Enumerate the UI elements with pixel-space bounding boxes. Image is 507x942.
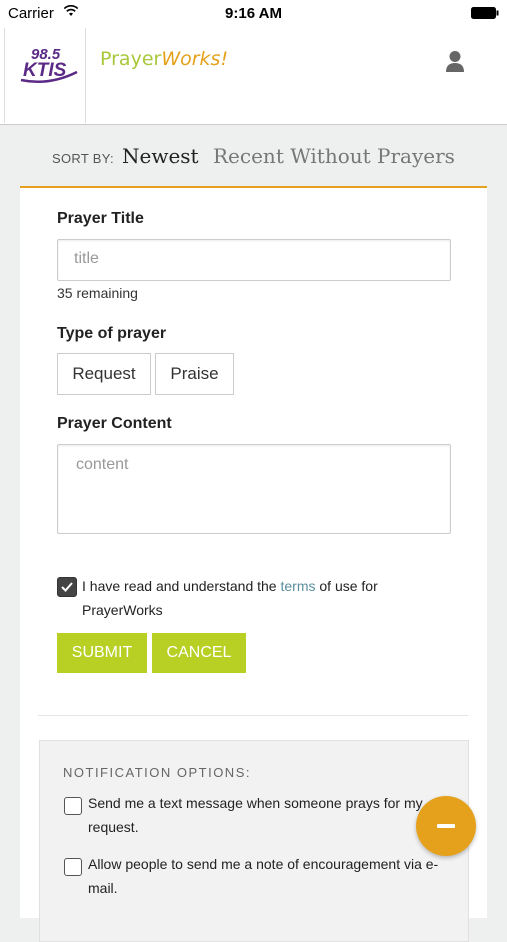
title-remaining-count: 35 remaining	[57, 285, 138, 301]
user-icon[interactable]	[445, 50, 465, 74]
terms-checkbox[interactable]	[57, 577, 77, 597]
content-placeholder: content	[76, 456, 129, 473]
battery-icon	[471, 7, 499, 19]
logo-letters: KTIS	[23, 60, 67, 81]
prayer-content-textarea[interactable]: content	[57, 444, 451, 534]
prayerworks-brand: PrayerWorks!	[100, 48, 228, 70]
section-divider	[38, 715, 468, 716]
text-message-checkbox[interactable]	[64, 797, 82, 815]
status-bar: Carrier 9:16 AM	[0, 0, 507, 28]
prayer-form-card: Prayer Title title 35 remaining Type of …	[20, 186, 487, 942]
check-icon	[61, 582, 73, 592]
sort-label: SORT BY:	[52, 151, 114, 166]
minus-icon	[437, 824, 455, 828]
station-logo[interactable]: 98.5 KTIS	[4, 28, 86, 123]
cancel-button[interactable]: CANCEL	[152, 633, 246, 673]
app-header: 98.5 KTIS PrayerWorks!	[0, 28, 507, 125]
prayer-title-label: Prayer Title	[57, 210, 144, 227]
clock: 9:16 AM	[225, 5, 282, 22]
notification-options-panel: NOTIFICATION OPTIONS: Send me a text mes…	[39, 740, 469, 942]
title-placeholder: title	[74, 250, 99, 267]
prayer-title-input[interactable]: title	[57, 239, 451, 281]
ktis-logo-icon: 98.5 KTIS	[20, 46, 78, 83]
sort-option-newest[interactable]: Newest	[122, 144, 199, 168]
submit-button[interactable]: SUBMIT	[57, 633, 147, 673]
brand-part2: Works!	[161, 48, 229, 70]
prayer-content-label: Prayer Content	[57, 415, 172, 432]
prayer-type-label: Type of prayer	[57, 325, 167, 342]
sort-option-recent-without-prayers[interactable]: Recent Without Prayers	[213, 144, 455, 168]
sort-bar: SORT BY: Newest Recent Without Prayers	[0, 140, 507, 174]
brand-part1: Prayer	[100, 48, 162, 70]
text-message-option-label: Send me a text message when someone pray…	[88, 795, 423, 835]
email-encouragement-checkbox[interactable]	[64, 858, 82, 876]
notification-options-title: NOTIFICATION OPTIONS:	[63, 765, 251, 780]
type-praise-button[interactable]: Praise	[155, 353, 234, 395]
terms-text-before: I have read and understand the	[82, 578, 281, 594]
terms-link[interactable]: terms	[280, 578, 315, 594]
collapse-form-button[interactable]	[416, 796, 476, 856]
terms-text: I have read and understand the terms of …	[82, 574, 412, 622]
email-encouragement-option-label: Allow people to send me a note of encour…	[88, 856, 439, 896]
type-request-button[interactable]: Request	[57, 353, 151, 395]
